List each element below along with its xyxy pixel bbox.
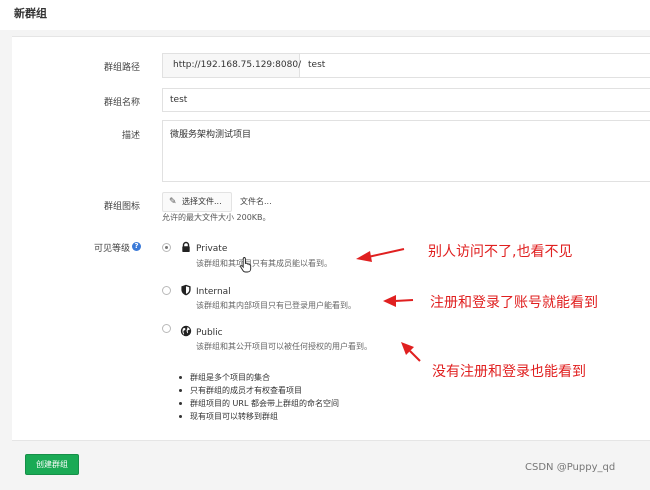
annotation-internal: 注册和登录了账号就能看到: [430, 295, 598, 311]
annotation-private: 别人访问不了,也看不见: [428, 244, 573, 260]
watermark: CSDN @Puppy_qd: [525, 462, 616, 473]
annotation-public: 没有注册和登录也能看到: [432, 364, 586, 380]
